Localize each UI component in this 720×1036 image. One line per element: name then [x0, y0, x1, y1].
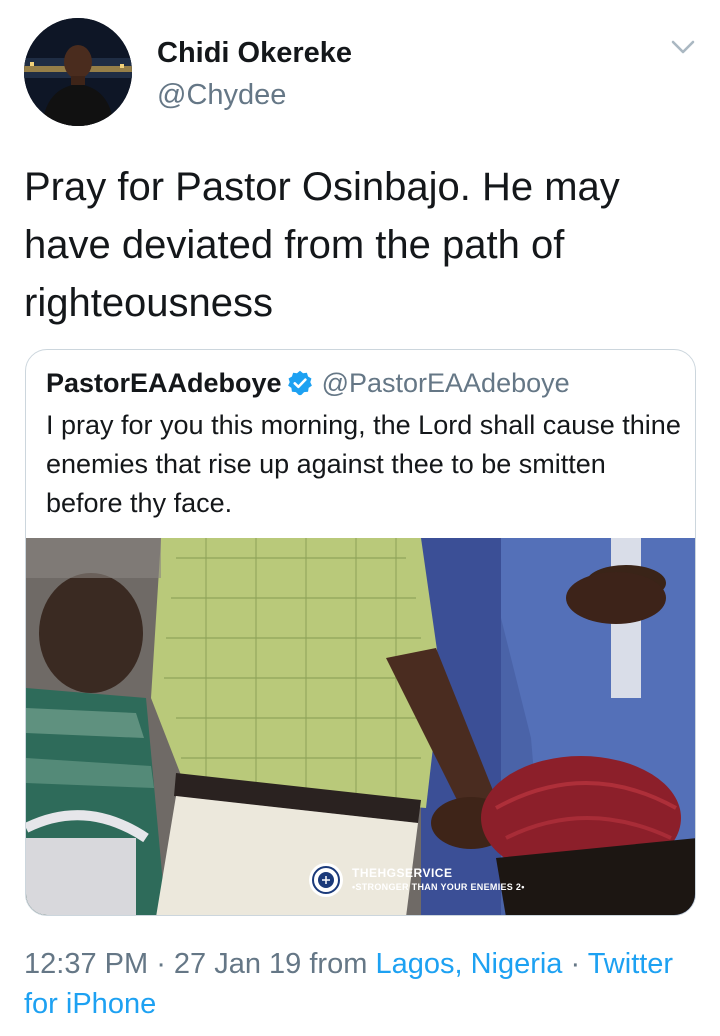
quoted-author-handle: @PastorEAAdeboye	[321, 368, 570, 398]
photo-watermark: THEHGSERVICE •STRONGER THAN YOUR ENEMIES…	[308, 860, 525, 900]
tweet-text: Pray for Pastor Osinbajo. He may have de…	[24, 165, 620, 325]
quoted-tweet-header: PastorEAAdeboye @PastorEAAdeboye	[46, 368, 570, 399]
tweet-meta: 12:37 PM · 27 Jan 19 from Lagos, Nigeria…	[24, 944, 704, 1024]
avatar-image	[24, 18, 132, 126]
quoted-tweet-photo[interactable]: THEHGSERVICE •STRONGER THAN YOUR ENEMIES…	[26, 538, 695, 915]
rccg-logo-icon	[309, 863, 343, 897]
meta-separator: ·	[148, 948, 174, 980]
quoted-tweet-card[interactable]: PastorEAAdeboye @PastorEAAdeboye I pray …	[25, 349, 696, 916]
watermark-tagline: •STRONGER THAN YOUR ENEMIES 2•	[352, 882, 525, 892]
chevron-down-icon[interactable]	[668, 34, 698, 60]
quoted-tweet-text: I pray for you this morning, the Lord sh…	[46, 410, 681, 518]
meta-separator: ·	[562, 948, 588, 980]
from-label: from	[301, 948, 376, 980]
quoted-author-name: PastorEAAdeboye	[46, 368, 282, 398]
author-avatar[interactable]	[24, 18, 132, 126]
author-handle[interactable]: @Chydee	[157, 79, 286, 112]
tweet-date: 27 Jan 19	[173, 948, 302, 980]
tweet-time: 12:37 PM	[24, 948, 149, 980]
tweet-location-link[interactable]: Lagos, Nigeria	[375, 948, 562, 980]
verified-badge-icon	[287, 370, 312, 396]
author-name[interactable]: Chidi Okereke	[157, 37, 352, 70]
watermark-brand: THEHGSERVICE	[352, 866, 453, 880]
